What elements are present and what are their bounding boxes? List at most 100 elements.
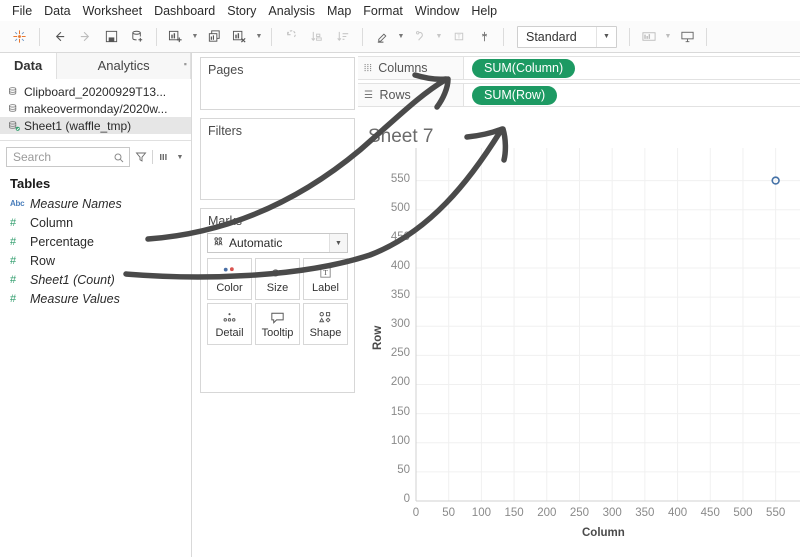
chevron-down-icon[interactable]: ▼ bbox=[175, 148, 185, 166]
fit-selector[interactable]: Standard ▼ bbox=[517, 25, 617, 48]
menu-item-file[interactable]: File bbox=[6, 2, 38, 20]
marks-type-selector[interactable]: Automatic ▼ bbox=[207, 233, 348, 253]
shape-icon bbox=[317, 310, 334, 325]
presentation-mode-icon[interactable] bbox=[675, 25, 699, 49]
highlight-icon[interactable] bbox=[370, 25, 394, 49]
data-source-item[interactable]: makeovermonday/2020w... bbox=[0, 100, 191, 117]
pin-icon[interactable]: ▪ bbox=[184, 59, 187, 69]
pill-sum-row[interactable]: SUM(Row) bbox=[472, 85, 558, 105]
field-label: Measure Names bbox=[30, 196, 122, 211]
rows-shelf[interactable]: ☰ Rows SUM(Row) bbox=[358, 83, 800, 107]
marks-button-size[interactable]: Size bbox=[255, 258, 300, 300]
marks-card[interactable]: Marks Automatic ▼ Color Size T Label Detail T… bbox=[200, 208, 355, 393]
columns-drop-zone[interactable]: SUM(Column) bbox=[464, 57, 800, 79]
data-source-live-icon bbox=[8, 120, 24, 132]
chevron-down-icon[interactable]: ▼ bbox=[396, 26, 406, 48]
menu-item-data[interactable]: Data bbox=[38, 2, 76, 20]
swap-rows-columns-icon[interactable] bbox=[279, 25, 303, 49]
field-item-row[interactable]: # Row bbox=[0, 251, 191, 270]
columns-shelf[interactable]: ⦙⦙⦙ Columns SUM(Column) bbox=[358, 56, 800, 80]
show-hide-cards-icon[interactable] bbox=[637, 25, 661, 49]
new-worksheet-icon[interactable] bbox=[164, 25, 188, 49]
menu-item-format[interactable]: Format bbox=[357, 2, 409, 20]
forward-arrow-icon[interactable] bbox=[73, 25, 97, 49]
group-members-icon[interactable] bbox=[408, 25, 432, 49]
numeric-field-icon: # bbox=[10, 273, 17, 286]
chevron-down-icon[interactable]: ▼ bbox=[596, 26, 616, 47]
search-input[interactable]: Search bbox=[6, 147, 130, 167]
field-item-measure-values[interactable]: # Measure Values bbox=[0, 289, 191, 308]
menu-item-dashboard[interactable]: Dashboard bbox=[148, 2, 221, 20]
toolbar-separator bbox=[362, 27, 363, 46]
numeric-field-icon: # bbox=[10, 235, 17, 248]
filter-icon[interactable] bbox=[133, 148, 149, 166]
menu-item-worksheet[interactable]: Worksheet bbox=[77, 2, 149, 20]
tableau-window: File Data Worksheet Dashboard Story Analysis M… bbox=[0, 0, 800, 557]
marks-button-color[interactable]: Color bbox=[207, 258, 252, 300]
rows-drop-zone[interactable]: SUM(Row) bbox=[464, 84, 800, 106]
pane-tab-strip: Data Analytics ▪ bbox=[0, 53, 191, 79]
chevron-down-icon[interactable]: ▼ bbox=[254, 26, 264, 48]
marks-button-label: Tooltip bbox=[261, 326, 294, 339]
field-label: Measure Values bbox=[30, 291, 120, 306]
numeric-field-icon: # bbox=[10, 254, 17, 267]
marks-button-tooltip[interactable]: Tooltip bbox=[255, 303, 300, 345]
data-pane: Data Analytics ▪ Clipboard_20200929T13..… bbox=[0, 53, 192, 557]
field-item-sheet1-count[interactable]: # Sheet1 (Count) bbox=[0, 270, 191, 289]
data-source-item[interactable]: Sheet1 (waffle_tmp) bbox=[0, 117, 191, 134]
pill-sum-column[interactable]: SUM(Column) bbox=[472, 58, 576, 78]
numeric-field-icon: # bbox=[10, 292, 17, 305]
save-icon[interactable] bbox=[99, 25, 123, 49]
y-axis-tick-label: 100 bbox=[390, 434, 410, 447]
y-axis-tick-label: 550 bbox=[390, 172, 410, 185]
fix-axes-icon[interactable] bbox=[472, 25, 496, 49]
field-item-percentage[interactable]: # Percentage bbox=[0, 232, 191, 251]
tab-data[interactable]: Data bbox=[0, 53, 58, 79]
columns-label-text: Columns bbox=[378, 61, 428, 75]
x-axis-tick-label: 550 bbox=[766, 507, 786, 519]
marks-button-label: Shape bbox=[309, 326, 342, 339]
scatter-plot[interactable]: 0 50 100 150 200 250 300 350 400 450 500 550 0 50 100 1… bbox=[358, 108, 800, 557]
field-search-row: Search ▼ bbox=[6, 147, 185, 167]
toolbar-separator bbox=[503, 27, 504, 46]
y-axis-tick-label: 400 bbox=[390, 259, 410, 272]
field-label: Column bbox=[30, 215, 74, 230]
tab-analytics[interactable]: Analytics bbox=[57, 53, 191, 79]
y-axis-tick-label: 50 bbox=[397, 463, 410, 476]
filters-card[interactable]: Filters bbox=[200, 118, 355, 200]
menu-item-help[interactable]: Help bbox=[465, 2, 503, 20]
chevron-down-icon[interactable]: ▼ bbox=[434, 26, 444, 48]
back-arrow-icon[interactable] bbox=[47, 25, 71, 49]
sort-descending-icon[interactable] bbox=[331, 25, 355, 49]
data-source-icon bbox=[8, 103, 24, 115]
toolbar-separator bbox=[629, 27, 630, 46]
sort-ascending-icon[interactable] bbox=[305, 25, 329, 49]
duplicate-sheet-icon[interactable] bbox=[202, 25, 226, 49]
chevron-down-icon[interactable]: ▼ bbox=[329, 234, 347, 252]
show-labels-icon[interactable]: T bbox=[446, 25, 470, 49]
chevron-down-icon[interactable]: ▼ bbox=[190, 26, 200, 48]
field-item-measure-names[interactable]: Abc Measure Names bbox=[0, 194, 191, 213]
new-data-source-icon[interactable] bbox=[125, 25, 149, 49]
marks-button-label: Detail bbox=[215, 326, 244, 339]
menu-item-window[interactable]: Window bbox=[409, 2, 465, 20]
toolbar-separator bbox=[271, 27, 272, 46]
y-axis-tick-label: 0 bbox=[403, 493, 410, 505]
marks-button-label: Color bbox=[216, 281, 243, 294]
visualization-area[interactable]: Sheet 7 0 50 100 150 200 250 300 350 400 450 500 55… bbox=[358, 108, 800, 557]
marks-button-detail[interactable]: Detail bbox=[207, 303, 252, 345]
tooltip-icon bbox=[269, 310, 286, 325]
pages-card[interactable]: Pages bbox=[200, 57, 355, 110]
marks-card-title: Marks bbox=[208, 214, 243, 228]
field-item-column[interactable]: # Column bbox=[0, 213, 191, 232]
menu-item-map[interactable]: Map bbox=[321, 2, 357, 20]
menu-item-story[interactable]: Story bbox=[221, 2, 262, 20]
marks-button-label[interactable]: T Label bbox=[303, 258, 348, 300]
chevron-down-icon[interactable]: ▼ bbox=[663, 26, 673, 48]
data-source-item[interactable]: Clipboard_20200929T13... bbox=[0, 83, 191, 100]
menu-item-analysis[interactable]: Analysis bbox=[262, 2, 321, 20]
columns-shelf-label: ⦙⦙⦙ Columns bbox=[358, 57, 464, 79]
group-by-icon[interactable] bbox=[156, 148, 172, 166]
marks-button-shape[interactable]: Shape bbox=[303, 303, 348, 345]
clear-sheet-icon[interactable] bbox=[228, 25, 252, 49]
